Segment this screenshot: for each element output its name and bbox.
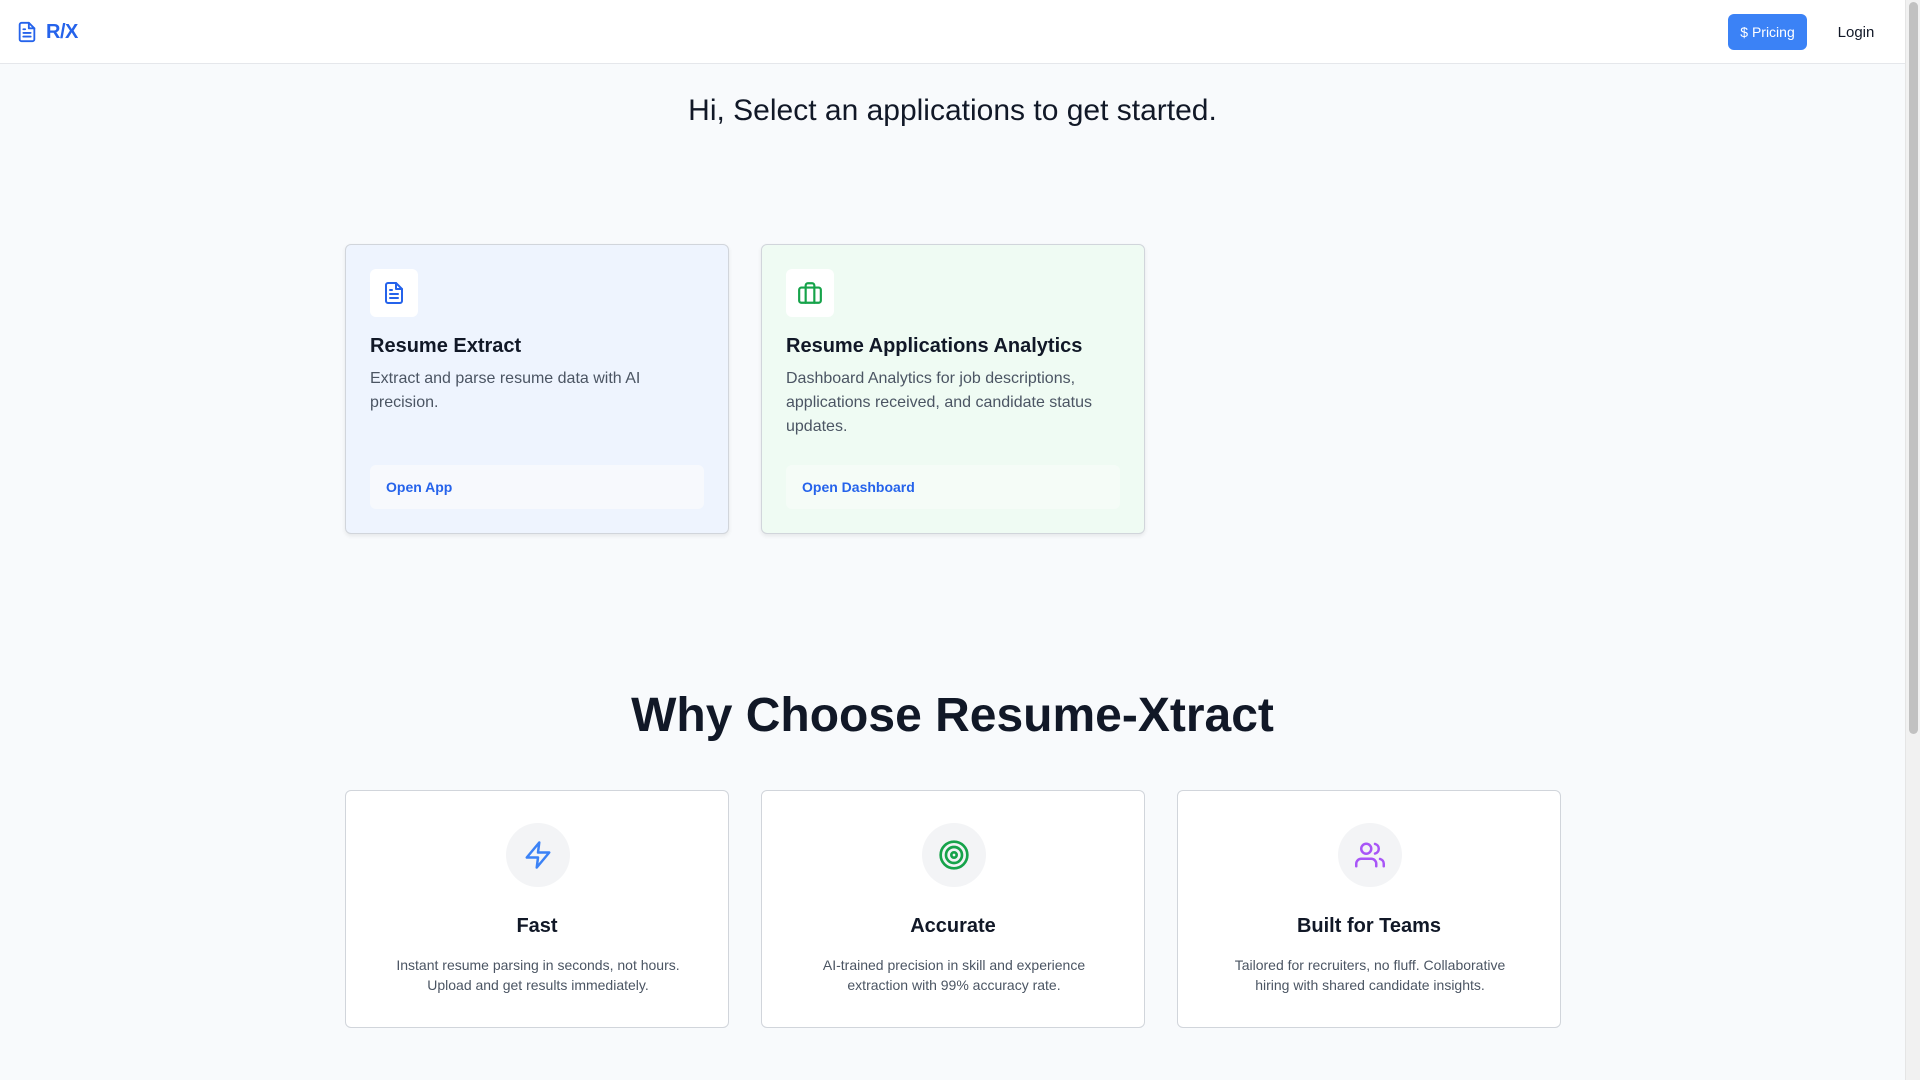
feature-title: Accurate [910,915,996,937]
app-title: Resume Applications Analytics [786,335,1083,357]
target-icon [938,839,970,871]
pricing-button[interactable]: $ Pricing [1728,14,1807,50]
scrollbar-thumb[interactable] [1909,2,1918,734]
app-icon-box [786,269,834,317]
top-navbar: R/X $ Pricing Login [0,0,1905,64]
feature-card-accurate: Accurate AI-trained precision in skill a… [761,790,1145,1028]
open-dashboard-button[interactable]: Open Dashboard [786,465,1120,509]
users-icon [1355,840,1385,870]
feature-card-teams: Built for Teams Tailored for recruiters,… [1177,790,1561,1028]
app-card-resume-extract: Resume Extract Extract and parse resume … [345,244,729,534]
why-section-title: Why Choose Resume-Xtract [631,689,1274,742]
app-description: Extract and parse resume data with AI pr… [370,370,641,411]
feature-icon-circle [506,823,570,887]
feature-icon-circle [1338,823,1402,887]
vertical-scrollbar[interactable] [1905,0,1920,1080]
app-card-analytics: Resume Applications Analytics Dashboard … [761,244,1145,534]
file-text-icon [382,281,406,305]
file-text-icon [16,20,38,44]
logo-text: R/X [46,20,78,43]
feature-description: AI-trained precision in skill and experi… [822,957,1086,993]
feature-icon-circle [922,823,986,887]
briefcase-icon [797,280,823,306]
app-icon-box [370,269,418,317]
zap-icon [523,840,553,870]
app-description: Dashboard Analytics for job descriptions… [786,370,1092,435]
feature-card-fast: Fast Instant resume parsing in seconds, … [345,790,729,1028]
logo[interactable]: R/X [16,20,78,44]
feature-title: Fast [516,915,558,937]
app-title: Resume Extract [370,335,522,357]
open-app-button[interactable]: Open App [370,465,704,509]
login-button[interactable]: Login [1826,14,1886,50]
feature-title: Built for Teams [1296,915,1442,937]
feature-description: Instant resume parsing in seconds, not h… [396,957,680,993]
greeting-heading: Hi, Select an applications to get starte… [688,94,1217,127]
feature-description: Tailored for recruiters, no fluff. Colla… [1234,957,1506,993]
page: R/X $ Pricing Login Hi, Select an applic… [0,0,1905,1080]
